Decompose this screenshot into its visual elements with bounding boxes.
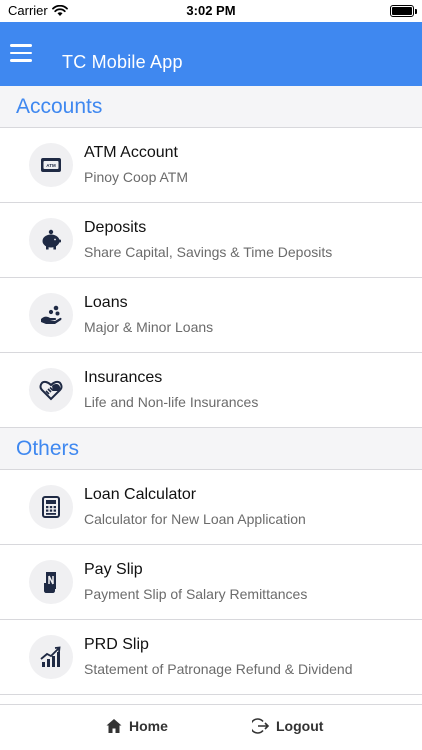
svg-text:ATM: ATM <box>46 163 56 168</box>
status-time: 3:02 PM <box>186 3 236 18</box>
section-title: Others <box>16 437 80 460</box>
piggy-bank-icon <box>29 218 73 262</box>
atm-card-icon: ATM <box>29 143 73 187</box>
heart-hand-icon <box>29 368 73 412</box>
item-subtitle: Share Capital, Savings & Time Deposits <box>84 244 333 260</box>
list-item-pay-slip[interactable]: Pay Slip Payment Slip of Salary Remittan… <box>0 545 422 620</box>
item-title: Insurances <box>84 369 163 386</box>
tab-logout[interactable]: Logout <box>252 717 323 735</box>
home-icon <box>106 719 122 733</box>
list-item-atm-account[interactable]: ATM ATM Account Pinoy Coop ATM <box>0 128 422 203</box>
item-subtitle: Payment Slip of Salary Remittances <box>84 586 308 602</box>
hamburger-menu-icon[interactable] <box>10 44 32 62</box>
list-item-loans[interactable]: Loans Major & Minor Loans <box>0 278 422 353</box>
item-title: ATM Account <box>84 144 178 161</box>
list-item-insurances[interactable]: Insurances Life and Non-life Insurances <box>0 353 422 428</box>
growth-chart-icon <box>29 635 73 679</box>
item-subtitle: Pinoy Coop ATM <box>84 169 189 185</box>
app-title: TC Mobile App <box>62 52 183 72</box>
tab-logout-label: Logout <box>276 718 324 734</box>
section-header-others: Others <box>0 428 422 470</box>
tab-home-label: Home <box>129 718 168 734</box>
item-subtitle: Statement of Patronage Refund & Dividend <box>84 661 353 677</box>
item-subtitle: Major & Minor Loans <box>84 319 214 335</box>
item-title: Deposits <box>84 219 147 236</box>
item-subtitle: Calculator for New Loan Application <box>84 511 306 527</box>
item-subtitle: Life and Non-life Insurances <box>84 394 259 410</box>
list-item-deposits[interactable]: Deposits Share Capital, Savings & Time D… <box>0 203 422 278</box>
item-title: PRD Slip <box>84 636 149 653</box>
item-title: Loan Calculator <box>84 486 197 503</box>
logout-icon <box>252 718 270 734</box>
status-bar: Carrier 3:02 PM <box>0 0 422 22</box>
list-item-loan-calculator[interactable]: Loan Calculator Calculator for New Loan … <box>0 470 422 545</box>
app-bar: TC Mobile App <box>0 22 422 86</box>
calculator-icon <box>29 485 73 529</box>
hand-coins-icon <box>29 293 73 337</box>
section-title: Accounts <box>16 95 103 118</box>
item-title: Pay Slip <box>84 561 143 578</box>
battery-icon <box>390 5 417 17</box>
tab-home[interactable]: Home <box>105 717 168 735</box>
bottom-tab-bar: Home Logout <box>0 704 422 750</box>
list-item-prd-slip[interactable]: PRD Slip Statement of Patronage Refund &… <box>0 620 422 695</box>
item-title: Loans <box>84 294 128 311</box>
section-header-accounts: Accounts <box>0 86 422 128</box>
payslip-icon <box>29 560 73 604</box>
